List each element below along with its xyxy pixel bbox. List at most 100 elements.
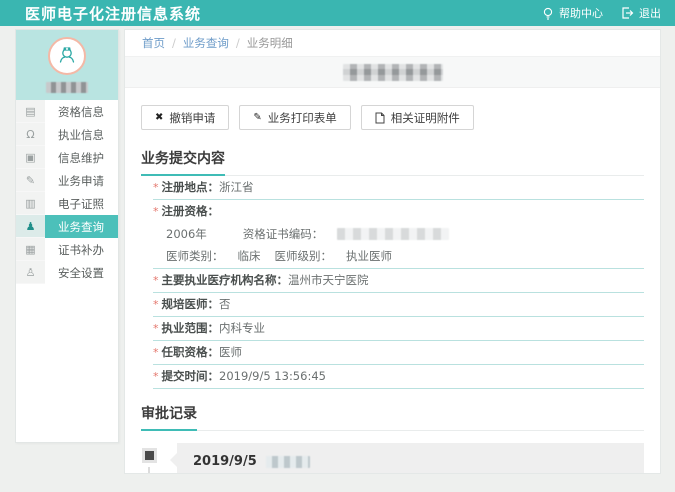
field-label: 主要执业医疗机构名称： xyxy=(162,273,289,287)
field-label: 规培医师： xyxy=(162,297,220,311)
sidebar-item-qualification-info[interactable]: ▤ 资格信息 xyxy=(16,100,118,123)
sidebar-item-label: 安全设置 xyxy=(45,261,118,284)
app-header: 医师电子化注册信息系统 帮助中心 退出 xyxy=(0,0,675,26)
redacted-cert-code xyxy=(337,228,449,240)
logout-label: 退出 xyxy=(639,5,661,21)
breadcrumb-home[interactable]: 首页 xyxy=(142,35,165,51)
certificate-icon: ▥ xyxy=(16,192,45,215)
timeline-rail xyxy=(141,443,167,474)
sidebar-item-label: 业务查询 xyxy=(45,215,118,238)
cancel-application-button[interactable]: ✖ 撤销申请 xyxy=(141,105,229,130)
approval-section-title: 审批记录 xyxy=(141,403,197,431)
headset-icon: Ω xyxy=(16,123,45,146)
field-label: 注册资格： xyxy=(162,204,220,218)
qualification-year: 2006年 xyxy=(166,227,207,241)
avatar[interactable] xyxy=(48,37,86,75)
attachments-button[interactable]: 相关证明附件 xyxy=(361,105,474,130)
field-main-institution: *主要执业医疗机构名称：温州市天宁医院 xyxy=(153,269,644,293)
field-label: 任职资格： xyxy=(162,345,220,359)
field-label: 执业范围： xyxy=(162,321,220,335)
help-center-label: 帮助中心 xyxy=(559,5,603,21)
redacted-business-title xyxy=(343,64,443,81)
field-value: 医师 xyxy=(219,345,242,359)
redacted-approver xyxy=(266,456,310,468)
required-mark: * xyxy=(153,274,159,287)
sidebar-item-label: 信息维护 xyxy=(45,146,118,169)
sidebar-menu: ▤ 资格信息 Ω 执业信息 ▣ 信息维护 ✎ 业务申请 ▥ 电子证照 ♟ 业务查… xyxy=(16,100,118,284)
submission-section-head: 业务提交内容 xyxy=(141,148,644,176)
field-label: 注册地点： xyxy=(162,180,220,194)
cert-code-label: 资格证书编码： xyxy=(243,227,324,241)
user-profile-box xyxy=(16,30,118,100)
approval-record-card: 2019/9/5 ✔ 提交成功 xyxy=(177,443,644,474)
help-center-link[interactable]: 帮助中心 xyxy=(542,5,603,21)
doctor-type-value: 临床 xyxy=(238,249,261,263)
sidebar-item-label: 资格信息 xyxy=(45,100,118,123)
qualification-cert-line: 2006年 资格证书编码： xyxy=(153,223,644,245)
sidebar-item-label: 执业信息 xyxy=(45,123,118,146)
field-registration-qualification: *注册资格： xyxy=(153,200,644,223)
required-mark: * xyxy=(153,322,159,335)
breadcrumb-separator: / xyxy=(172,36,176,50)
field-value: 否 xyxy=(219,297,231,311)
file-icon xyxy=(375,112,385,124)
attachments-label: 相关证明附件 xyxy=(391,110,460,126)
lightbulb-icon xyxy=(542,7,554,20)
toolbar: ✖ 撤销申请 ✎ 业务打印表单 相关证明附件 xyxy=(141,105,644,130)
sidebar-item-certificate-reissue[interactable]: ▦ 证书补办 xyxy=(16,238,118,261)
main-content: ✖ 撤销申请 ✎ 业务打印表单 相关证明附件 业务提交内容 xyxy=(125,105,660,474)
approval-timeline: 2019/9/5 ✔ 提交成功 xyxy=(141,443,644,474)
image-icon: ▣ xyxy=(16,146,45,169)
logout-icon xyxy=(621,7,634,19)
field-position-qualification: *任职资格：医师 xyxy=(153,341,644,365)
notebook-icon: ▦ xyxy=(16,238,45,261)
field-practice-scope: *执业范围：内科专业 xyxy=(153,317,644,341)
user-gear-icon: ♙ xyxy=(16,261,45,284)
close-icon: ✖ xyxy=(155,113,163,123)
approval-section-head: 审批记录 xyxy=(141,403,644,431)
sidebar-item-business-application[interactable]: ✎ 业务申请 xyxy=(16,169,118,192)
doctor-level-label: 医师级别： xyxy=(275,249,333,263)
field-label: 提交时间： xyxy=(162,369,220,383)
field-registration-location: *注册地点：浙江省 xyxy=(153,176,644,200)
field-submit-time: *提交时间：2019/9/5 13:56:45 xyxy=(153,365,644,389)
required-mark: * xyxy=(153,205,159,218)
required-mark: * xyxy=(153,298,159,311)
document-icon: ▤ xyxy=(16,100,45,123)
breadcrumb-business-query[interactable]: 业务查询 xyxy=(183,35,229,51)
pencil-icon: ✎ xyxy=(253,113,261,123)
business-title-band xyxy=(125,57,660,88)
print-form-button[interactable]: ✎ 业务打印表单 xyxy=(239,105,350,130)
field-value: 内科专业 xyxy=(219,321,265,335)
field-value: 温州市天宁医院 xyxy=(288,273,369,287)
sidebar-item-electronic-certificate[interactable]: ▥ 电子证照 xyxy=(16,192,118,215)
print-form-label: 业务打印表单 xyxy=(268,110,337,126)
logout-link[interactable]: 退出 xyxy=(621,5,661,21)
doctor-level-value: 执业医师 xyxy=(346,249,392,263)
field-standardized-training: *规培医师：否 xyxy=(153,293,644,317)
timeline-marker xyxy=(145,451,154,460)
sidebar-item-business-query[interactable]: ♟ 业务查询 xyxy=(16,215,118,238)
sidebar-item-practice-info[interactable]: Ω 执业信息 xyxy=(16,123,118,146)
approval-date: 2019/9/5 xyxy=(193,454,257,469)
required-mark: * xyxy=(153,370,159,383)
qualification-type-line: 医师类别： 临床医师级别： 执业医师 xyxy=(153,245,644,269)
field-value: 2019/9/5 13:56:45 xyxy=(219,369,326,383)
user-icon: ♟ xyxy=(16,215,45,238)
sidebar-item-security-settings[interactable]: ♙ 安全设置 xyxy=(16,261,118,284)
sidebar-item-info-maintenance[interactable]: ▣ 信息维护 xyxy=(16,146,118,169)
required-mark: * xyxy=(153,181,159,194)
field-value: 浙江省 xyxy=(219,180,254,194)
sidebar-item-label: 电子证照 xyxy=(45,192,118,215)
breadcrumb: 首页 / 业务查询 / 业务明细 xyxy=(125,30,660,57)
breadcrumb-separator: / xyxy=(236,36,240,50)
cancel-application-label: 撤销申请 xyxy=(169,110,215,126)
submission-fields: *注册地点：浙江省 *注册资格： 2006年资格证书编码： 医师类别：临床医师级… xyxy=(141,176,644,389)
main-panel: 首页 / 业务查询 / 业务明细 ✖ 撤销申请 ✎ 业务打印表单 xyxy=(124,29,661,474)
edit-icon: ✎ xyxy=(16,169,45,192)
sidebar-item-label: 业务申请 xyxy=(45,169,118,192)
header-actions: 帮助中心 退出 xyxy=(542,5,661,21)
doctor-type-label: 医师类别： xyxy=(166,249,224,263)
app-title: 医师电子化注册信息系统 xyxy=(25,3,201,24)
doctor-icon xyxy=(55,42,79,70)
